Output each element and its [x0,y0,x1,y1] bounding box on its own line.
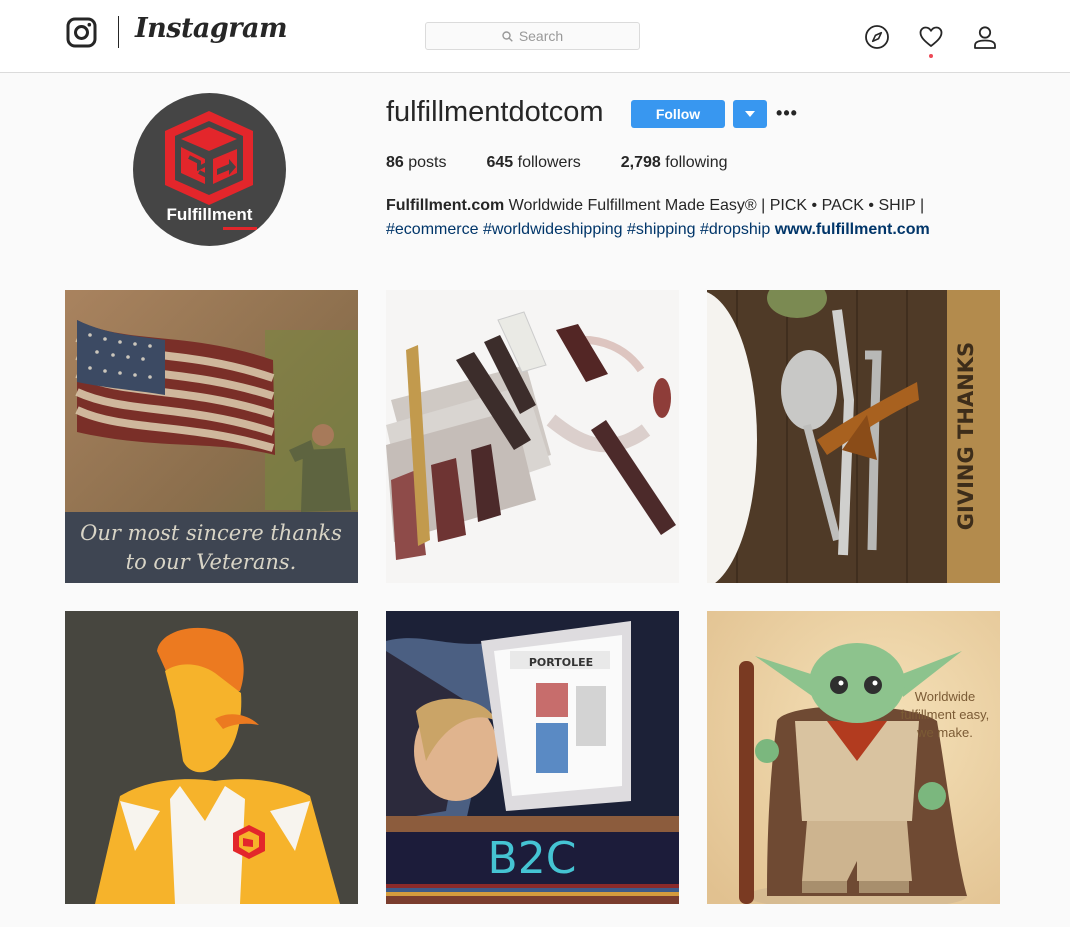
post-thumbnail[interactable] [65,611,358,904]
post-caption-line-2: to our Veterans. [126,550,297,574]
website-link[interactable]: www.fulfillment.com [775,221,930,238]
posts-stat: 86 posts [386,154,446,172]
post-caption-line-2: fulfillment easy, [901,707,990,722]
hashtag-link[interactable]: #dropship [700,221,770,238]
search-input[interactable]: Search [425,22,640,50]
post-caption-line-1: Our most sincere thanks [80,521,342,545]
post-thumbnail[interactable]: Worldwide fulfillment easy, we make. [707,611,1000,904]
suggested-dropdown-button[interactable] [733,100,767,128]
followers-count: 645 [486,154,514,171]
post-image-illustrated-worker [65,611,358,904]
instagram-wordmark[interactable]: Instagram [135,13,288,44]
brand-divider [118,16,119,48]
post-caption-b2c: B2C [488,833,577,884]
profile-username: fulfillmentdotcom [386,96,604,128]
hashtag-link[interactable]: #shipping [627,221,696,238]
caret-down-icon [745,111,755,117]
top-navigation-bar: Instagram Search [0,0,1070,73]
post-caption-line-1: Worldwide [915,689,975,704]
follow-button[interactable]: Follow [631,100,725,128]
post-thumbnail[interactable]: Our most sincere thanks to our Veterans. [65,290,358,583]
more-options-button[interactable]: ••• [776,101,798,125]
search-placeholder: Search [518,28,564,44]
post-image-sealing-wax [386,290,679,583]
tablet-screen-text: PORTOLEE [529,656,593,669]
profile-bio: Fulfillment.com Worldwide Fulfillment Ma… [386,194,1006,242]
post-image-giving-thanks: GIVING THANKS [707,290,1000,583]
following-label: following [660,154,728,171]
notification-dot [929,54,933,58]
post-thumbnail[interactable]: PORTOLEE B2C [386,611,679,904]
compass-icon[interactable] [864,24,890,50]
hashtag-link[interactable]: #ecommerce [386,221,478,238]
posts-label: posts [403,154,447,171]
followers-stat[interactable]: 645 followers [486,154,580,172]
post-thumbnail[interactable] [386,290,679,583]
post-thumbnail[interactable]: GIVING THANKS [707,290,1000,583]
bio-name: Fulfillment.com [386,197,505,214]
profile-stats: 86 posts 645 followers 2,798 following [386,154,768,172]
post-caption-line-3: we make. [916,725,973,740]
person-icon[interactable] [972,24,998,50]
followers-label: followers [513,154,581,171]
posts-count: 86 [386,154,404,171]
following-count: 2,798 [620,154,661,171]
following-stat[interactable]: 2,798 following [621,154,728,172]
heart-icon[interactable] [918,24,944,50]
search-icon [502,30,513,42]
profile-avatar[interactable]: Fulfillment [133,93,286,246]
post-side-text: GIVING THANKS [954,342,978,530]
bio-text: Worldwide Fulfillment Made Easy® | PICK … [504,197,925,214]
hashtag-link[interactable]: #worldwideshipping [483,221,623,238]
post-image-veterans: Our most sincere thanks to our Veterans. [65,290,358,583]
post-image-yoda: Worldwide fulfillment easy, we make. [707,611,1000,904]
post-image-b2c: PORTOLEE B2C [386,611,679,904]
avatar-brand-text: Fulfillment [166,205,253,224]
instagram-glyph-icon[interactable] [66,17,97,48]
